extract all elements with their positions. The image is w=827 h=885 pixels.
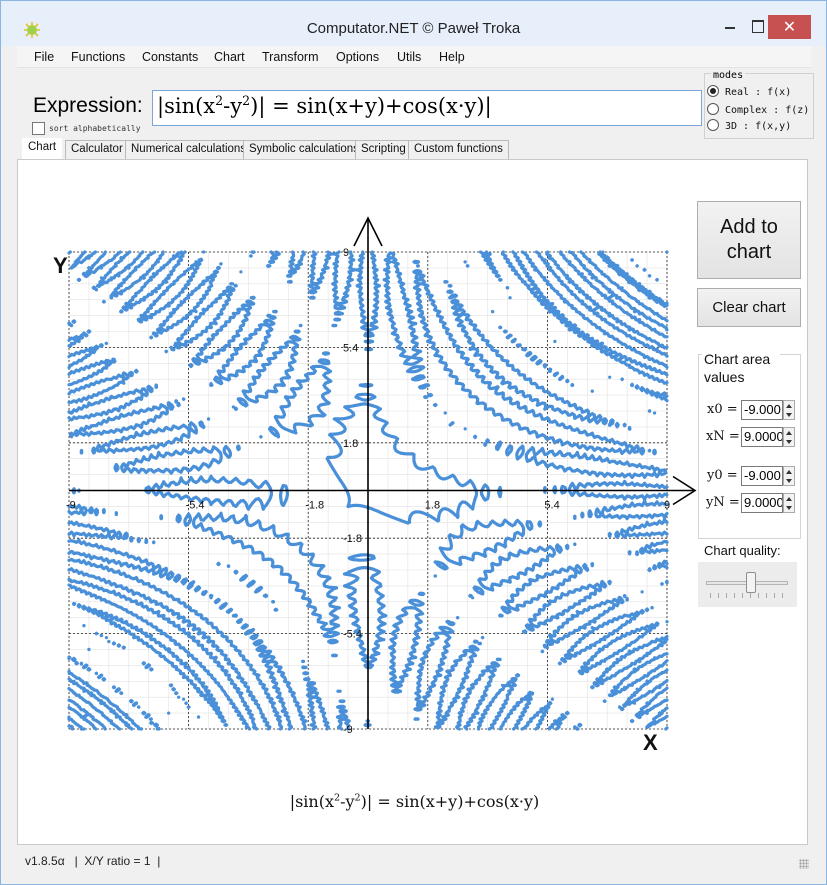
y-tick-label: 5.4 (343, 342, 358, 354)
x-axis-label: X (643, 730, 658, 755)
y-tick-label: -9 (343, 724, 353, 736)
title-bar[interactable]: Computator.NET © Paweł Troka ✕ (1, 1, 826, 46)
status-text: v1.8.5α | X/Y ratio = 1 | (25, 854, 161, 868)
mode-real-radio[interactable]: Real : f(x) (707, 85, 791, 98)
y-tick-label: -5.4 (343, 629, 362, 641)
expression-input[interactable]: |sin(x2-y2)| = sin(x+y)+cos(x·y)| (152, 90, 702, 126)
slider-thumb[interactable] (745, 572, 756, 593)
y0-label: y0 = (707, 468, 738, 483)
mode-3d-radio[interactable]: 3D : f(x,y) (707, 119, 791, 132)
tab-symbolic-calculations[interactable]: Symbolic calculations (243, 140, 365, 160)
tab-numerical-calculations[interactable]: Numerical calculations (125, 140, 253, 160)
radio-icon (707, 119, 719, 131)
x-tick-label: -1.8 (305, 500, 324, 512)
menu-functions[interactable]: Functions (71, 50, 125, 64)
y-tick-label: -1.8 (343, 533, 362, 545)
y0-stepper[interactable] (783, 466, 795, 486)
menu-options[interactable]: Options (336, 50, 379, 64)
resize-grip-icon[interactable] (799, 859, 809, 869)
tab-scripting[interactable]: Scripting (355, 140, 412, 160)
clear-chart-button[interactable]: Clear chart (697, 288, 801, 327)
add-to-chart-button[interactable]: Add to chart (697, 201, 801, 279)
tab-chart[interactable]: Chart (22, 138, 63, 160)
minimize-button[interactable] (717, 15, 743, 37)
radio-selected-icon (707, 85, 719, 97)
menu-utils[interactable]: Utils (397, 50, 421, 64)
yN-stepper[interactable] (783, 493, 795, 513)
y-tick-label: 9 (343, 247, 349, 259)
expression-label: Expression: (33, 94, 143, 117)
menu-bar: File Functions Constants Chart Transform… (17, 46, 811, 68)
x0-input[interactable]: -9.000 (741, 400, 783, 420)
menu-chart[interactable]: Chart (214, 50, 245, 64)
chart-area-values-group: Chart area values x0 = -9.000 xN = 9.000… (698, 350, 801, 539)
chart-area-values-title: Chart area values (702, 350, 780, 386)
chart-quality-label: Chart quality: (704, 543, 781, 558)
xN-stepper[interactable] (783, 427, 795, 447)
tab-calculator[interactable]: Calculator (65, 140, 129, 160)
yN-label: yN = (706, 495, 740, 510)
chart-formula-caption: |sin(x2-y2)| = sin(x+y)+cos(x·y) (289, 792, 540, 811)
sort-alphabetically-label: sort alphabetically (49, 124, 141, 133)
slider-ticks (710, 593, 786, 598)
xN-label: xN = (706, 429, 740, 444)
close-icon: ✕ (782, 19, 797, 36)
menu-constants[interactable]: Constants (142, 50, 198, 64)
modes-group: modes Real : f(x) Complex : f(z) 3D : f(… (704, 70, 814, 139)
mode-complex-radio[interactable]: Complex : f(z) (707, 103, 809, 116)
xN-input[interactable]: 9.0000 (741, 427, 783, 447)
yN-input[interactable]: 9.0000 (741, 493, 783, 513)
chart-area[interactable]: -9 -5.4 -1.8 1.8 5.4 9 9 5.4 1.8 -1.8 -5.4 -9 (41, 211, 701, 751)
menu-help[interactable]: Help (439, 50, 465, 64)
maximize-button[interactable] (745, 15, 769, 37)
modes-title: modes (711, 70, 746, 81)
y0-input[interactable]: -9.000 (741, 466, 783, 486)
x0-stepper[interactable] (783, 400, 795, 420)
x-tick-label: -9 (66, 500, 76, 512)
app-window: Computator.NET © Paweł Troka ✕ File Func… (0, 0, 827, 885)
tab-custom-functions[interactable]: Custom functions (408, 140, 509, 160)
x-tick-label: 1.8 (425, 500, 440, 512)
menu-transform[interactable]: Transform (262, 50, 319, 64)
x-tick-label: 9 (664, 500, 670, 512)
window-title: Computator.NET © Paweł Troka (306, 20, 521, 37)
x0-label: x0 = (707, 402, 738, 417)
menu-file[interactable]: File (34, 50, 54, 64)
chart-quality-slider[interactable] (698, 562, 797, 607)
x-tick-label: -5.4 (186, 500, 205, 512)
status-bar: v1.8.5α | X/Y ratio = 1 | (17, 849, 811, 871)
y-axis-label: Y (53, 253, 68, 278)
close-button[interactable]: ✕ (768, 15, 811, 39)
sort-alphabetically-checkbox[interactable] (32, 122, 45, 135)
y-tick-label: 1.8 (343, 438, 358, 450)
radio-icon (707, 103, 719, 115)
x-tick-label: 5.4 (544, 500, 559, 512)
